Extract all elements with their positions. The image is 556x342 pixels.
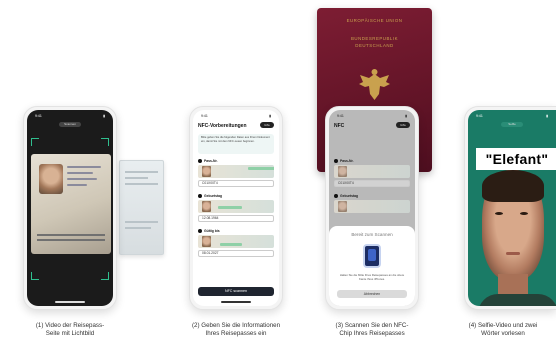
caption-step-2: (2) Geben Sie die Informationen Ihres Re… <box>191 322 281 338</box>
selfie-eye <box>495 212 503 215</box>
camera-screen: 9:41 ▮ Scannen <box>27 110 113 306</box>
info-text: Bitte geben Sie die folgenden Daten aus … <box>198 134 274 154</box>
home-indicator <box>55 301 85 303</box>
caption-step-3: (3) Scannen Sie den NFC- Chip Ihres Reis… <box>335 322 409 338</box>
battery-icon: ▮ <box>103 114 105 118</box>
passport-portrait <box>39 164 63 194</box>
nfc-scan-sheet: Bereit zum Scannen Halten Sie die Mitte … <box>329 226 415 306</box>
nfc-scan-button[interactable]: NFC scannen <box>198 287 274 296</box>
status-bar: 9:41 ▮ <box>337 113 407 119</box>
passport-country-line2: DEUTSCHLAND <box>355 43 394 48</box>
field-label-birthdate: Geburtstag <box>334 194 358 198</box>
phone-step-3: 9:41 ▮ NFC Info Pass-Nr. C01X00T4 Geburt… <box>325 106 419 310</box>
nfc-scan-screen: 9:41 ▮ NFC Info Pass-Nr. C01X00T4 Geburt… <box>329 110 415 306</box>
passport-number-field[interactable]: C01X00T4 <box>334 180 410 187</box>
sheet-instructions: Halten Sie die Mitte Ihres Reisepasses a… <box>339 273 405 281</box>
scan-corner-icon <box>101 272 109 280</box>
sheet-title: Bereit zum Scannen <box>351 232 393 237</box>
doc-hint-image <box>334 200 410 213</box>
field-label-expiry: Gültig bis <box>198 229 220 233</box>
scan-label: Selfie <box>501 122 523 127</box>
doc-hint-image <box>198 200 274 213</box>
battery-icon: ▮ <box>546 114 548 118</box>
screen-title: NFC <box>334 123 345 129</box>
status-bar: 9:41 ▮ <box>476 113 548 119</box>
selfie-eye <box>520 212 528 215</box>
selfie-shirt <box>478 294 556 306</box>
doc-hint-image <box>334 165 410 178</box>
phone-step-4: 9:41 ▮ Selfie "Elefant" <box>464 106 556 310</box>
birthdate-field[interactable]: 12.08.1964 <box>198 215 274 222</box>
status-bar: 9:41 ▮ <box>201 113 271 119</box>
home-indicator <box>221 301 251 303</box>
scan-label: Scannen <box>59 122 81 127</box>
doc-hint-image <box>198 235 274 248</box>
status-bar: 9:41 ▮ <box>35 113 105 119</box>
nfc-phone-icon <box>363 244 381 268</box>
step-dot-icon <box>334 194 338 198</box>
screen-title: NFC-Vorbereitungen <box>198 123 247 129</box>
phone-step-1: 9:41 ▮ Scannen <box>23 106 117 310</box>
passport-in-camera <box>31 154 111 254</box>
info-button[interactable]: Info <box>396 122 410 128</box>
status-time: 9:41 <box>201 114 208 118</box>
spoken-word: "Elefant" <box>476 148 556 170</box>
status-time: 9:41 <box>476 114 483 118</box>
step-dot-icon <box>198 229 202 233</box>
step-dot-icon <box>334 159 338 163</box>
doc-hint-image <box>198 165 274 178</box>
status-time: 9:41 <box>35 114 42 118</box>
field-label-passport: Pass-Nr. <box>334 159 354 163</box>
info-button[interactable]: Info <box>260 122 274 128</box>
field-label-passport: Pass-Nr. <box>198 159 218 163</box>
onboarding-steps-illustration: 9:41 ▮ Scannen 9:41 ▮ NFC-Vorbereitungen… <box>0 0 556 342</box>
selfie-screen: 9:41 ▮ Selfie "Elefant" <box>468 110 556 306</box>
field-label-birthdate: Geburtstag <box>198 194 222 198</box>
status-time: 9:41 <box>337 114 344 118</box>
caption-step-1: (1) Video der Reisepass- Seite mit Licht… <box>35 322 105 338</box>
passport-country-line1: BUNDESREPUBLIK <box>350 36 398 41</box>
nfc-prep-screen: 9:41 ▮ NFC-Vorbereitungen Info Bitte geb… <box>193 110 279 306</box>
expiry-field[interactable]: 08.01.2027 <box>198 250 274 257</box>
passport-union-text: EUROPÄISCHE UNION <box>346 18 403 23</box>
phone-step-2: 9:41 ▮ NFC-Vorbereitungen Info Bitte geb… <box>189 106 283 310</box>
caption-step-4: (4) Selfie-Video und zwei Wörter vorlese… <box>468 322 538 338</box>
battery-icon: ▮ <box>405 114 407 118</box>
eagle-icon <box>359 69 390 100</box>
cancel-button[interactable]: Abbrechen <box>337 290 407 298</box>
scan-corner-icon <box>31 272 39 280</box>
passport-number-field[interactable]: C01X00T4 <box>198 180 274 187</box>
scan-corner-icon <box>31 138 39 146</box>
selfie-hair <box>482 170 544 202</box>
step-dot-icon <box>198 159 202 163</box>
step-dot-icon <box>198 194 202 198</box>
passport-data-page-card <box>119 160 164 255</box>
battery-icon: ▮ <box>269 114 271 118</box>
scan-corner-icon <box>101 138 109 146</box>
selfie-mouth <box>506 252 520 255</box>
